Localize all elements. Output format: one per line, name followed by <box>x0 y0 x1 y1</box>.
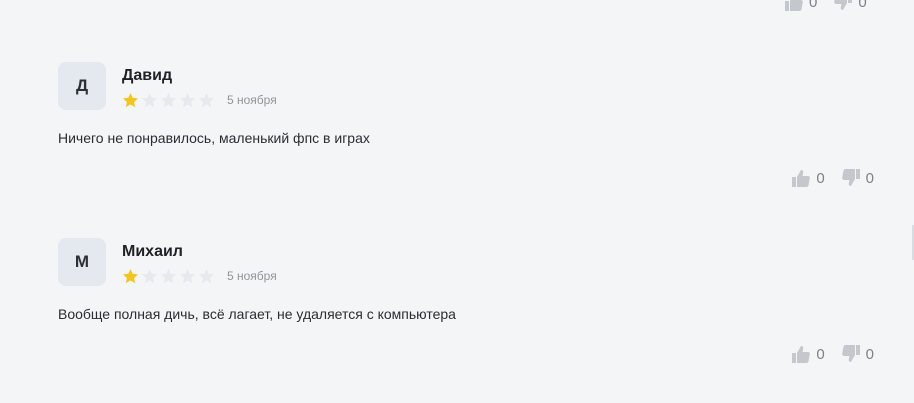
star-empty-icon <box>198 92 215 109</box>
dislike-count: 0 <box>865 169 874 187</box>
avatar: М <box>58 238 106 286</box>
review-header: Д Давид 5 ноября <box>58 62 874 110</box>
thumbs-down-icon <box>833 0 853 12</box>
star-empty-icon <box>141 268 158 285</box>
like-count: 0 <box>809 0 818 11</box>
review-date: 5 ноября <box>227 269 277 283</box>
dislike-count: 0 <box>858 0 867 11</box>
review-votes: 0 0 <box>791 168 874 188</box>
thumbs-up-icon <box>784 0 804 12</box>
thumbs-up-icon <box>791 168 811 188</box>
dislike-button[interactable]: 0 <box>833 0 867 12</box>
review-meta: Михаил 5 ноября <box>122 238 277 286</box>
like-count: 0 <box>816 345 825 363</box>
star-empty-icon <box>179 268 196 285</box>
thumbs-down-icon <box>841 344 861 364</box>
review-header: М Михаил 5 ноября <box>58 238 874 286</box>
dislike-button[interactable]: 0 <box>841 168 874 188</box>
star-filled-icon <box>122 268 139 285</box>
like-button[interactable]: 0 <box>791 344 825 364</box>
author-name: Михаил <box>122 243 183 260</box>
reviews-page: 0 0 Д Давид 5 ноября Ничего не понравило… <box>0 0 914 403</box>
star-filled-icon <box>122 92 139 109</box>
star-empty-icon <box>179 92 196 109</box>
review-votes: 0 0 <box>791 344 874 364</box>
star-empty-icon <box>160 92 177 109</box>
star-empty-icon <box>160 268 177 285</box>
review-meta: Давид 5 ноября <box>122 62 277 110</box>
like-button[interactable]: 0 <box>791 168 825 188</box>
thumbs-up-icon <box>791 344 811 364</box>
rating-row: 5 ноября <box>122 266 277 286</box>
dislike-count: 0 <box>865 345 874 363</box>
thumbs-down-icon <box>841 168 861 188</box>
review-card: М Михаил 5 ноября Вообще полная дичь, вс… <box>58 238 874 363</box>
like-count: 0 <box>816 169 825 187</box>
star-rating <box>122 268 217 285</box>
previous-review-votes: 0 0 <box>784 0 867 12</box>
avatar: Д <box>58 62 106 110</box>
star-empty-icon <box>141 92 158 109</box>
star-rating <box>122 92 217 109</box>
review-text: Ничего не понравилось, маленький фпс в и… <box>58 130 370 146</box>
star-empty-icon <box>198 268 215 285</box>
review-date: 5 ноября <box>227 93 277 107</box>
dislike-button[interactable]: 0 <box>841 344 874 364</box>
review-card: Д Давид 5 ноября Ничего не понравилось, … <box>58 62 874 187</box>
review-text: Вообще полная дичь, всё лагает, не удаля… <box>58 306 456 322</box>
author-name: Давид <box>122 67 173 84</box>
rating-row: 5 ноября <box>122 90 277 110</box>
like-button[interactable]: 0 <box>784 0 817 12</box>
